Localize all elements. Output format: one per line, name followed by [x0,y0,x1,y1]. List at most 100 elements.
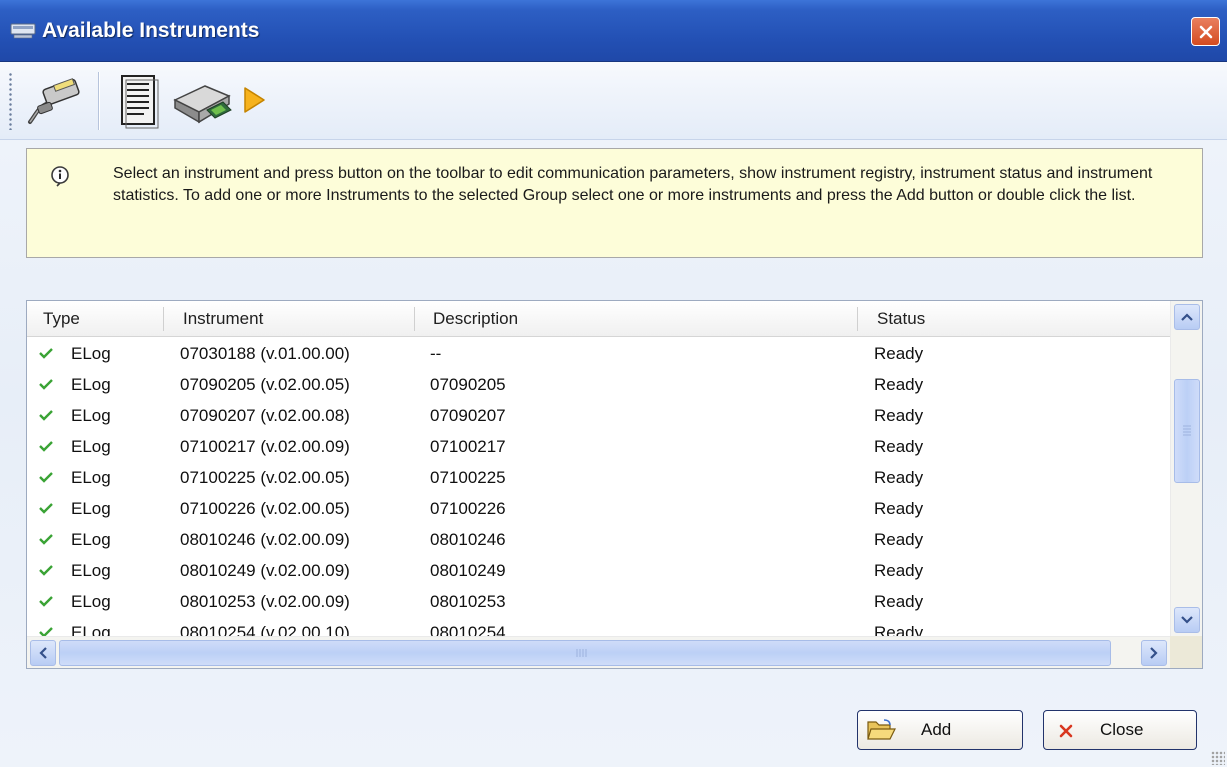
scroll-right-button[interactable] [1141,640,1167,666]
info-icon [49,165,71,187]
cell-instrument: 08010253 (v.02.00.09) [180,592,350,611]
window-close-button[interactable] [1191,17,1220,46]
column-divider[interactable] [163,307,164,331]
scroll-up-button[interactable] [1174,304,1200,330]
cell-status: Ready [874,623,924,638]
ready-check-icon [39,348,53,359]
communication-cable-icon [28,78,80,124]
cell-type: ELog [71,468,111,487]
add-button-label: Add [921,720,952,739]
cell-description: 07100226 [430,499,506,518]
cell-instrument: 08010249 (v.02.00.09) [180,561,350,580]
cell-status: Ready [874,375,924,394]
chevron-left-icon [39,647,47,659]
column-header-type[interactable]: Type [43,301,80,337]
cell-type: ELog [71,499,111,518]
close-button[interactable]: Close [1043,710,1197,750]
cell-description: -- [430,344,442,363]
available-instruments-window: Available Instruments Select an instrume… [0,0,1227,767]
column-divider[interactable] [857,307,858,331]
column-divider[interactable] [414,307,415,331]
communication-parameters-button[interactable] [20,66,88,134]
cell-description: 07090207 [430,406,506,425]
cell-status: Ready [874,561,924,580]
cell-instrument: 07100226 (v.02.00.05) [180,499,350,518]
cell-type: ELog [71,592,111,611]
scrollbar-corner [1170,636,1202,668]
cell-status: Ready [874,437,924,456]
title-bar[interactable]: Available Instruments [0,0,1227,62]
toolbar-grip[interactable] [9,72,12,130]
table-row[interactable]: ELog 07090207 (v.02.00.08) 07090207 Ready [27,400,1171,431]
cell-instrument: 07100217 (v.02.00.09) [180,437,350,456]
table-row[interactable]: ELog 07100225 (v.02.00.05) 07100225 Ready [27,462,1171,493]
cell-status: Ready [874,530,924,549]
cell-description: 08010246 [430,530,506,549]
ready-check-icon [39,534,53,545]
ready-check-icon [39,472,53,483]
ready-check-icon [39,503,53,514]
instrument-registry-button[interactable] [104,66,172,134]
instrument-window-icon [10,22,36,40]
table-row[interactable]: ELog 07090205 (v.02.00.05) 07090205 Ready [27,369,1171,400]
column-header-description[interactable]: Description [433,301,518,337]
cell-status: Ready [874,406,924,425]
instrument-list[interactable]: Type Instrument Description Status ELog 0… [26,300,1203,669]
cell-type: ELog [71,530,111,549]
grip-lines-icon [576,649,587,657]
play-arrow-icon [244,87,265,113]
cell-type: ELog [71,406,111,425]
vertical-scrollbar[interactable] [1170,301,1202,638]
cell-description: 07100225 [430,468,506,487]
table-row[interactable]: ELog 08010249 (v.02.00.09) 08010249 Ready [27,555,1171,586]
horizontal-scrollbar[interactable] [27,636,1171,668]
close-icon [1059,724,1073,738]
chevron-down-icon [1181,616,1193,624]
list-rows: ELog 07030188 (v.01.00.00) -- Ready ELog 0709… [27,338,1171,638]
scroll-left-button[interactable] [30,640,56,666]
table-row[interactable]: ELog 07100217 (v.02.00.09) 07100217 Ready [27,431,1171,462]
cell-status: Ready [874,344,924,363]
cell-status: Ready [874,468,924,487]
open-folder-icon [867,719,896,740]
ready-check-icon [39,379,53,390]
list-header: Type Instrument Description Status [27,301,1171,337]
cell-description: 08010254 [430,623,506,638]
window-title: Available Instruments [42,19,260,42]
column-header-instrument[interactable]: Instrument [183,301,263,337]
table-row[interactable]: ELog 07030188 (v.01.00.00) -- Ready [27,338,1171,369]
cell-type: ELog [71,561,111,580]
cell-type: ELog [71,344,111,363]
scroll-down-button[interactable] [1174,607,1200,633]
registry-document-icon [121,75,159,129]
cell-type: ELog [71,375,111,394]
cell-description: 07090205 [430,375,506,394]
table-row[interactable]: ELog 08010253 (v.02.00.09) 08010253 Ready [27,586,1171,617]
cell-instrument: 07090207 (v.02.00.08) [180,406,350,425]
column-header-status[interactable]: Status [877,301,925,337]
cell-instrument: 08010246 (v.02.00.09) [180,530,350,549]
table-row[interactable]: ELog 07100226 (v.02.00.05) 07100226 Ready [27,493,1171,524]
table-row[interactable]: ELog 08010246 (v.02.00.09) 08010246 Ready [27,524,1171,555]
close-button-label: Close [1100,720,1144,739]
cell-status: Ready [874,499,924,518]
ready-check-icon [39,441,53,452]
ready-check-icon [39,410,53,421]
grip-lines-icon [1183,425,1191,436]
cell-type: ELog [71,437,111,456]
instrument-status-button[interactable] [168,66,236,134]
chevron-right-icon [1150,647,1158,659]
cell-instrument: 08010254 (v.02.00.10) [180,623,350,638]
cell-instrument: 07030188 (v.01.00.00) [180,344,350,363]
table-row[interactable]: ELog 08010254 (v.02.00.10) 08010254 Ready [27,617,1171,638]
toolbar-separator [98,72,100,130]
toolbar [0,62,1227,140]
instrument-statistics-button[interactable] [232,66,276,134]
close-icon [1199,25,1212,38]
horizontal-scroll-thumb[interactable] [59,640,1111,666]
vertical-scroll-thumb[interactable] [1174,379,1200,483]
ready-check-icon [39,596,53,607]
resize-grip[interactable] [1211,751,1225,765]
ready-check-icon [39,565,53,576]
add-button[interactable]: Add [857,710,1023,750]
